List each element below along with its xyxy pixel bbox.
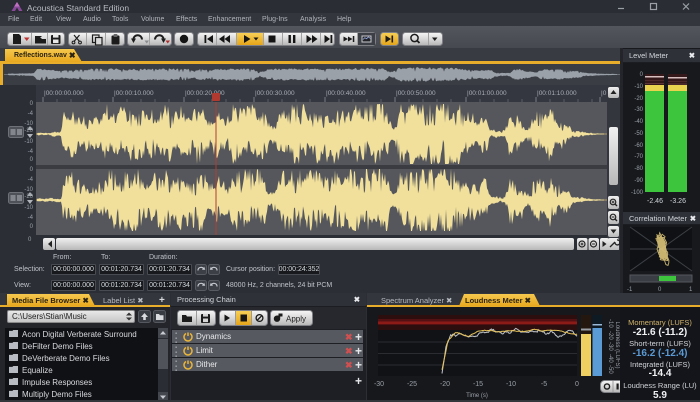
- svg-text:-30: -30: [607, 342, 613, 351]
- svg-text:|00:01:00.000: |00:01:00.000: [467, 90, 507, 97]
- svg-text:-40: -40: [607, 354, 613, 363]
- svg-text:-20: -20: [607, 331, 613, 340]
- svg-text:-90: -90: [634, 178, 643, 184]
- svg-text:-15: -15: [473, 381, 483, 388]
- svg-text:-100: -100: [631, 190, 644, 196]
- svg-text:|00:00:30.000: |00:00:30.000: [255, 90, 295, 97]
- svg-text:-10: -10: [634, 84, 643, 90]
- svg-text:|00:01:10.000: |00:01:10.000: [537, 90, 577, 97]
- svg-text:-5: -5: [541, 381, 547, 388]
- svg-text:|00:00:00.000: |00:00:00.000: [44, 90, 84, 97]
- svg-text:-3.26: -3.26: [670, 198, 686, 205]
- svg-text:-20: -20: [634, 96, 643, 102]
- svg-text:-20: -20: [440, 381, 450, 388]
- svg-text:-30: -30: [374, 381, 384, 388]
- svg-text:-70: -70: [634, 154, 643, 160]
- svg-text:-80: -80: [634, 166, 643, 172]
- svg-text:|00:00:10.000: |00:00:10.000: [114, 90, 154, 97]
- svg-text:|00:00:40.000: |00:00:40.000: [326, 90, 366, 97]
- svg-text:-30: -30: [634, 107, 643, 113]
- svg-text:-10: -10: [607, 319, 613, 328]
- svg-text:-50: -50: [607, 365, 613, 374]
- svg-text:|0: |0: [601, 90, 607, 97]
- svg-text:|00:00:50.000: |00:00:50.000: [396, 90, 436, 97]
- svg-text:0: 0: [640, 72, 644, 78]
- svg-text:-25: -25: [407, 381, 417, 388]
- svg-text:-60: -60: [634, 143, 643, 149]
- svg-text:-50: -50: [634, 131, 643, 137]
- svg-text:0: 0: [575, 381, 579, 388]
- svg-text:Apply: Apply: [286, 315, 306, 324]
- svg-text:-2.46: -2.46: [647, 198, 663, 205]
- svg-text:-10: -10: [506, 381, 516, 388]
- svg-text:-40: -40: [634, 119, 643, 125]
- svg-text:Time (s): Time (s): [466, 393, 488, 399]
